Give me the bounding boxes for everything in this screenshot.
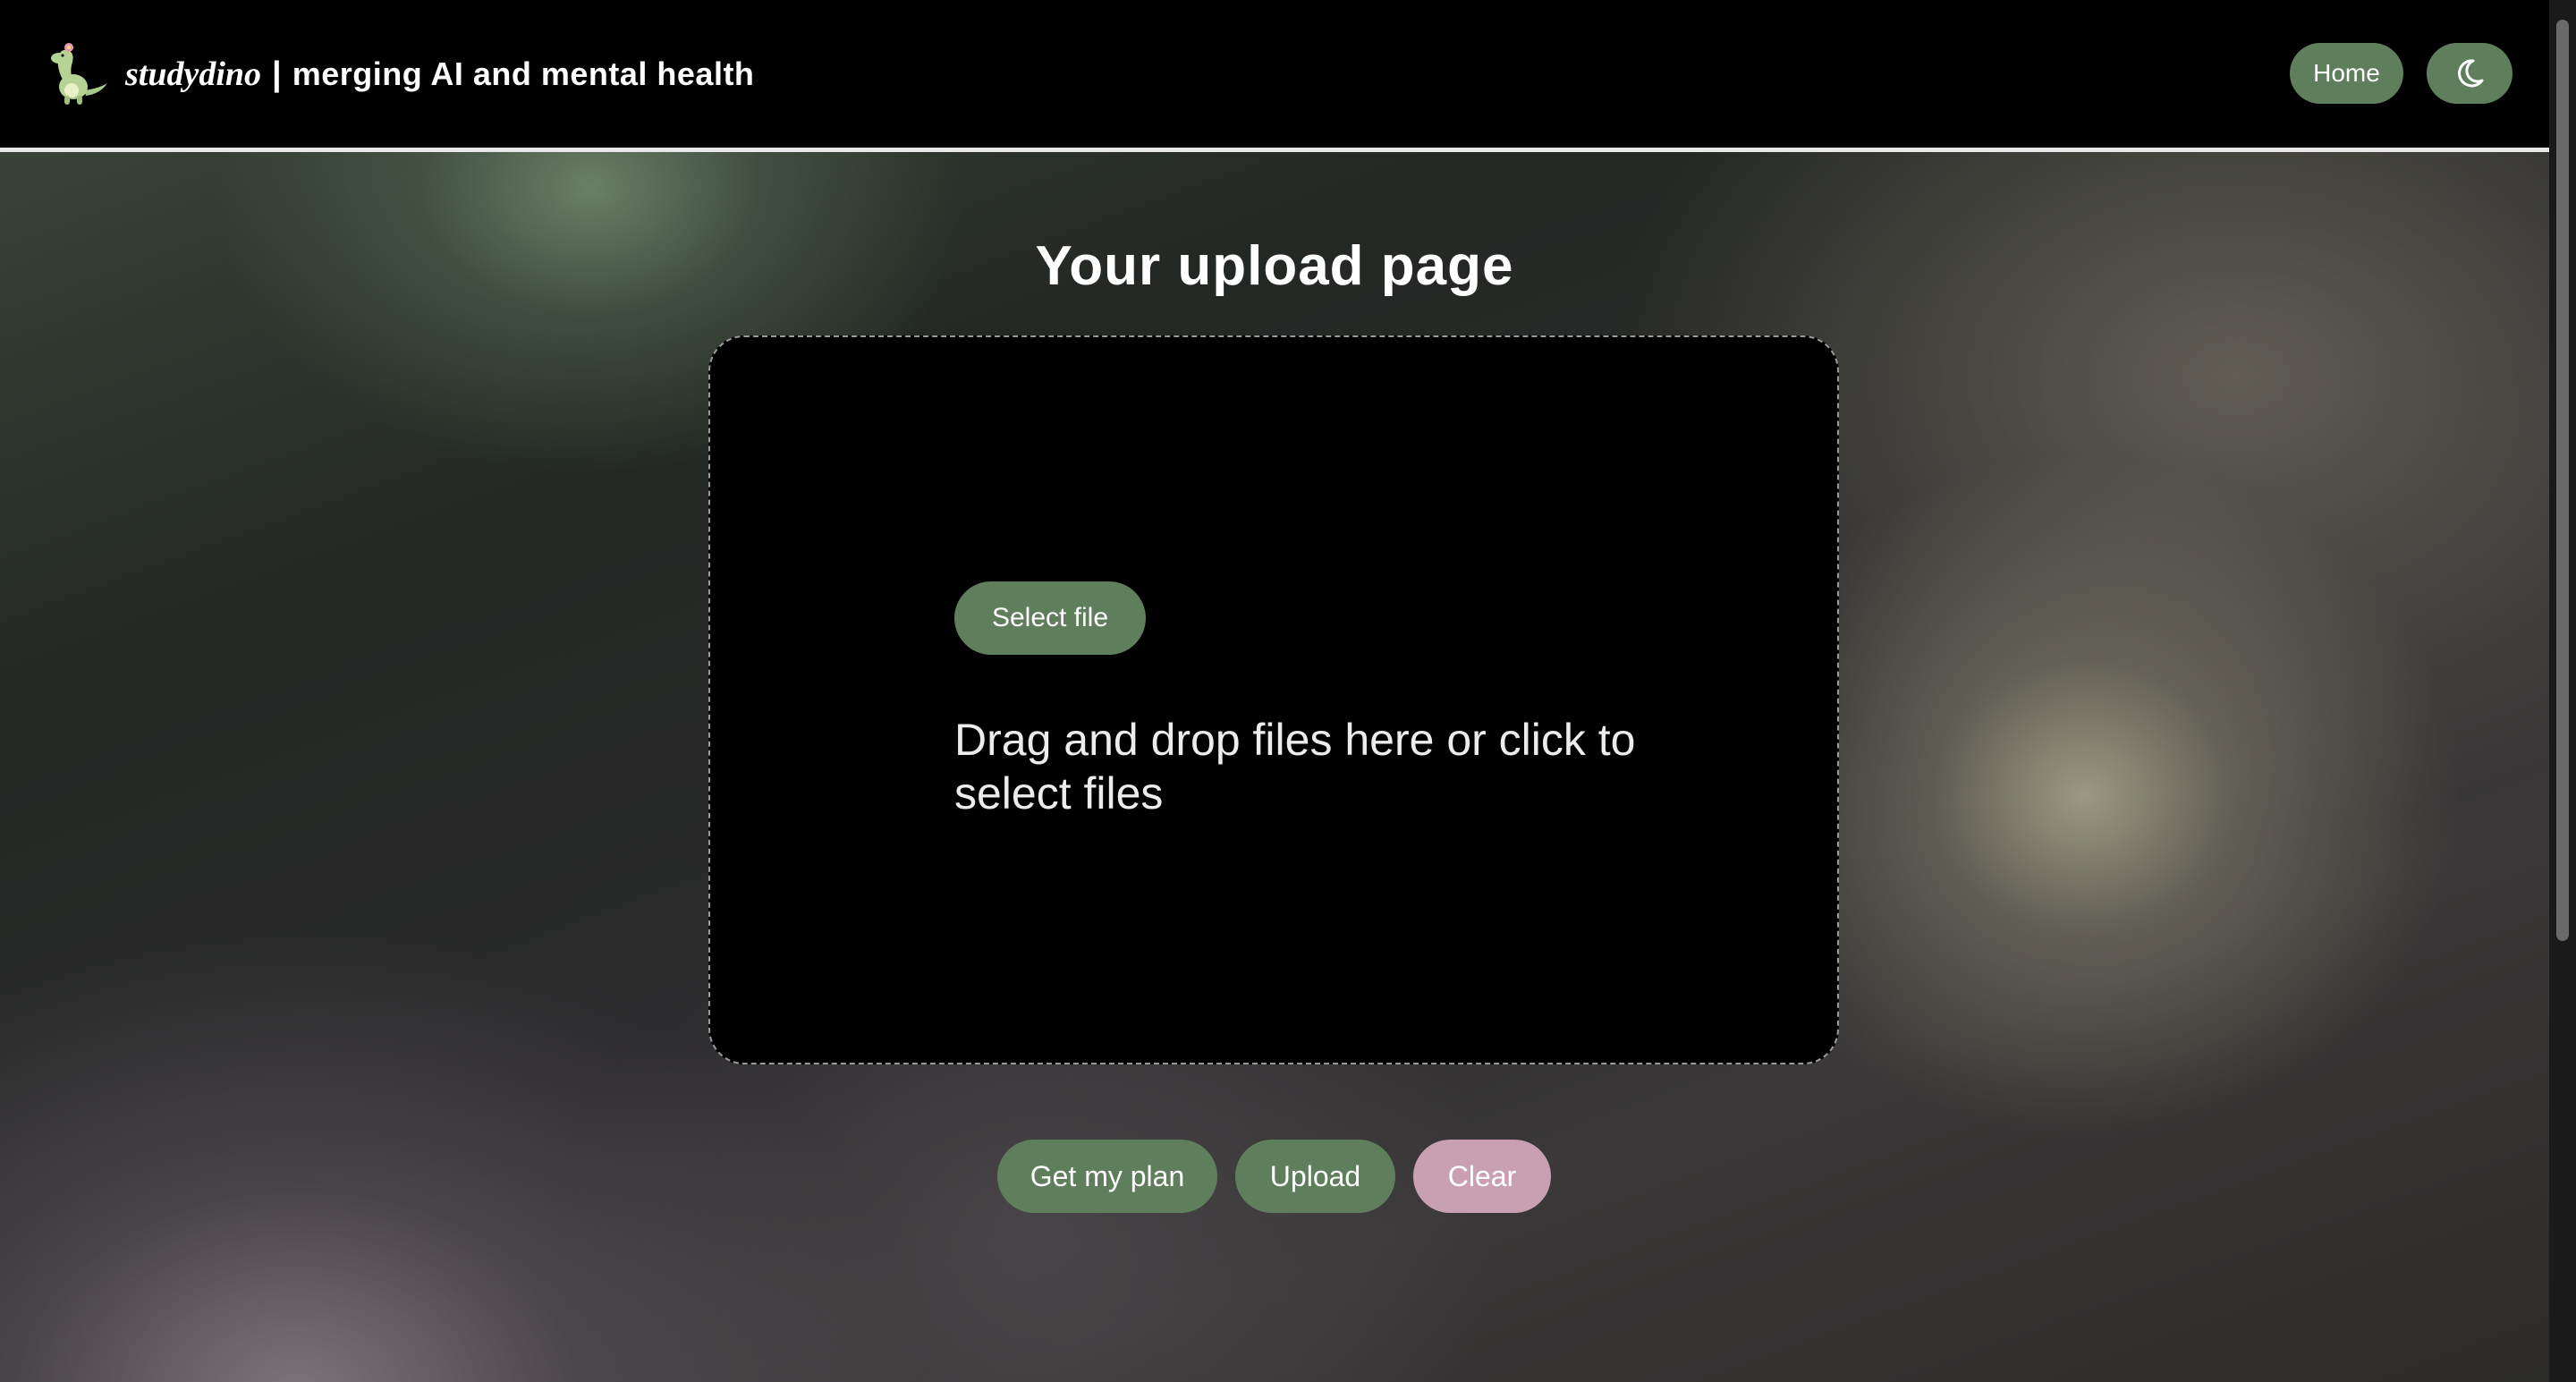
page-scrollbar[interactable]: [2549, 0, 2576, 1382]
page-title: Your upload page: [1035, 235, 1514, 297]
brand-name: studydino: [125, 55, 262, 93]
top-navbar: studydino | merging AI and mental health…: [0, 0, 2549, 152]
drop-zone-hint: Drag and drop files here or click to sel…: [954, 715, 1636, 818]
brand-separator: |: [272, 55, 282, 93]
theme-toggle-button[interactable]: [2427, 43, 2512, 104]
get-my-plan-button[interactable]: Get my plan: [997, 1140, 1217, 1213]
dino-logo-icon: [51, 43, 107, 105]
home-button[interactable]: Home: [2290, 43, 2403, 104]
clear-button[interactable]: Clear: [1413, 1140, 1551, 1213]
moon-icon: [2458, 59, 2484, 88]
select-file-button[interactable]: Select file: [954, 581, 1146, 655]
upload-button[interactable]: Upload: [1235, 1140, 1395, 1213]
file-drop-zone[interactable]: Select file Drag and drop files here or …: [708, 335, 1839, 1064]
brand[interactable]: studydino | merging AI and mental health: [39, 34, 754, 114]
brand-tagline: merging AI and mental health: [292, 55, 755, 92]
scrollbar-thumb[interactable]: [2556, 20, 2569, 941]
